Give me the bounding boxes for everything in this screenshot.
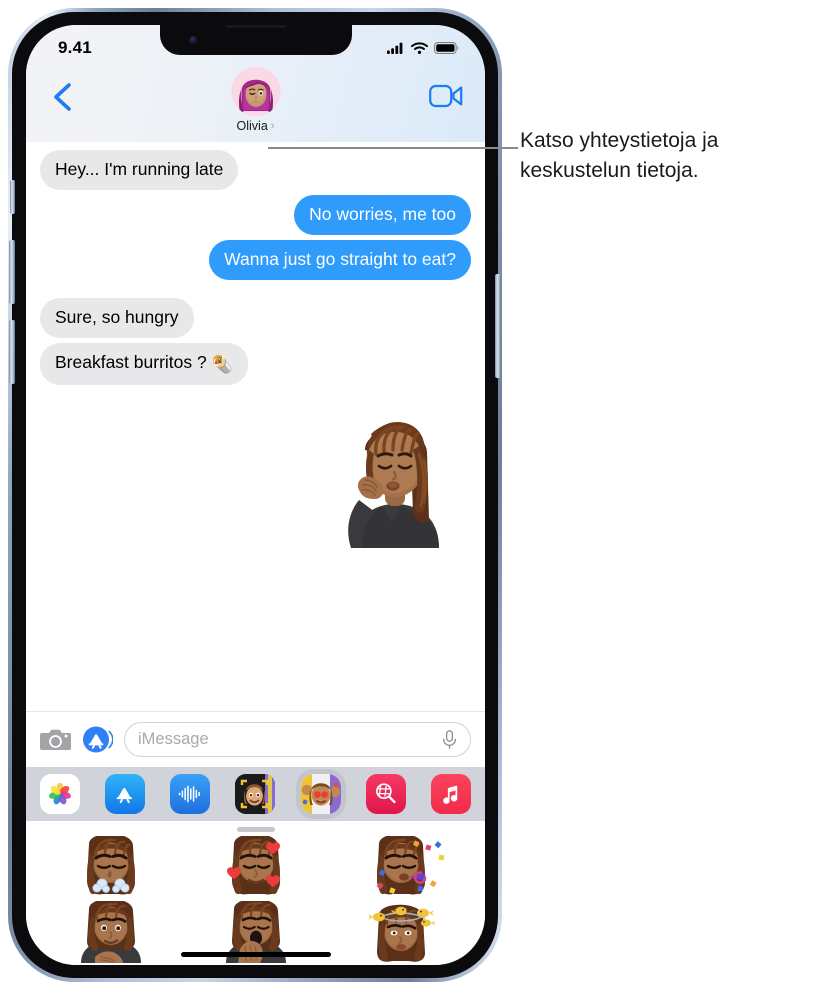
avatar xyxy=(231,67,280,116)
message-input-bar: iMessage xyxy=(26,711,485,767)
audio-message-app-icon[interactable] xyxy=(170,774,211,814)
memoji-dizzy-birds-icon xyxy=(367,904,436,962)
message-bubble-outgoing[interactable]: No worries, me too xyxy=(294,195,471,235)
memoji-stickers-icon xyxy=(300,774,341,814)
app-store-glyph-icon xyxy=(116,787,133,804)
contact-info-button[interactable]: Olivia › xyxy=(231,67,280,133)
contact-name: Olivia xyxy=(236,119,268,133)
facetime-video-icon xyxy=(429,84,463,108)
message-row: No worries, me too xyxy=(26,195,485,235)
message-row: Wanna just go straight to eat? xyxy=(26,240,485,280)
memoji-steam-nose-icon xyxy=(86,835,135,894)
volume-down-button[interactable] xyxy=(9,320,15,384)
memoji-chefs-kiss-sticker[interactable] xyxy=(331,404,457,548)
power-button[interactable] xyxy=(495,274,501,378)
contact-name-row[interactable]: Olivia › xyxy=(237,119,275,133)
memoji-sticker-panel xyxy=(26,821,485,965)
message-row: Breakfast burritos ? 🌯 xyxy=(26,343,485,385)
sticker-grid xyxy=(26,832,485,964)
memoji-sticker-dizzy-birds[interactable] xyxy=(328,899,473,964)
memoji-sticker-shy-smile[interactable] xyxy=(38,899,183,964)
back-chevron-icon xyxy=(54,83,71,111)
message-bubble-incoming[interactable]: Hey... I'm running late xyxy=(40,150,239,190)
camera-icon xyxy=(40,729,71,750)
phone-screen: Olivia › 9.41 Hey... I'm running late No… xyxy=(26,25,485,965)
app-store-icon xyxy=(83,726,114,753)
images-search-app-icon[interactable] xyxy=(365,774,406,814)
home-indicator[interactable] xyxy=(180,952,331,957)
callout: Katso yhteystietoja ja keskustelun tieto… xyxy=(520,126,820,186)
message-row: Hey... I'm running late xyxy=(26,150,485,190)
notch xyxy=(159,25,352,55)
message-row: Sure, so hungry xyxy=(26,298,485,338)
memoji-sticker-party[interactable] xyxy=(328,834,473,899)
iphone-device-frame: Olivia › 9.41 Hey... I'm running late No… xyxy=(8,8,502,982)
message-bubble-incoming[interactable]: Sure, so hungry xyxy=(40,298,194,338)
back-button[interactable] xyxy=(48,80,78,114)
camera-button[interactable] xyxy=(40,724,71,755)
phone-body: Olivia › 9.41 Hey... I'm running late No… xyxy=(9,12,501,978)
callout-leader-line xyxy=(268,147,518,149)
message-bubble-outgoing[interactable]: Wanna just go straight to eat? xyxy=(209,240,471,280)
callout-text: Katso yhteystietoja ja keskustelun tieto… xyxy=(520,129,719,182)
memoji-app-icon[interactable] xyxy=(235,774,276,814)
volume-up-button[interactable] xyxy=(9,240,15,304)
message-list[interactable]: Hey... I'm running late No worries, me t… xyxy=(26,142,485,711)
photos-app-icon[interactable] xyxy=(40,774,80,814)
memoji-sticker-hearts[interactable] xyxy=(183,834,328,899)
imessage-app-drawer xyxy=(26,767,485,821)
facetime-button[interactable] xyxy=(429,83,463,109)
microphone-icon[interactable] xyxy=(442,730,457,749)
silent-switch-button[interactable] xyxy=(10,180,15,214)
memoji-party-icon xyxy=(376,835,444,894)
burrito-emoji: 🌯 xyxy=(211,355,233,374)
message-bubble-incoming[interactable]: Breakfast burritos ? 🌯 xyxy=(40,343,248,385)
music-app-icon[interactable] xyxy=(430,774,471,814)
message-text: Breakfast burritos ? xyxy=(55,352,207,372)
search-input-wrapper[interactable]: iMessage xyxy=(124,722,471,757)
music-note-icon xyxy=(443,785,458,804)
memoji-stickers-app-icon[interactable] xyxy=(300,774,341,814)
front-camera-icon xyxy=(188,36,198,45)
photos-flower-icon xyxy=(48,782,72,805)
memoji-sticker-steam-nose[interactable] xyxy=(38,834,183,899)
waveform-icon xyxy=(179,785,201,803)
app-store-app-icon[interactable] xyxy=(105,774,146,814)
memoji-shy-smile-icon xyxy=(80,900,141,963)
memoji-chefs-kiss-icon xyxy=(348,422,439,548)
imessage-input[interactable]: iMessage xyxy=(138,730,209,749)
memoji-hearts-icon xyxy=(226,835,280,894)
images-magnifier-icon xyxy=(375,783,396,804)
contact-avatar-memoji xyxy=(231,67,280,116)
earpiece-speaker xyxy=(224,25,287,28)
memoji-face-icon xyxy=(235,774,276,814)
chevron-right-icon: › xyxy=(270,119,275,132)
imessage-apps-button[interactable] xyxy=(82,724,114,755)
